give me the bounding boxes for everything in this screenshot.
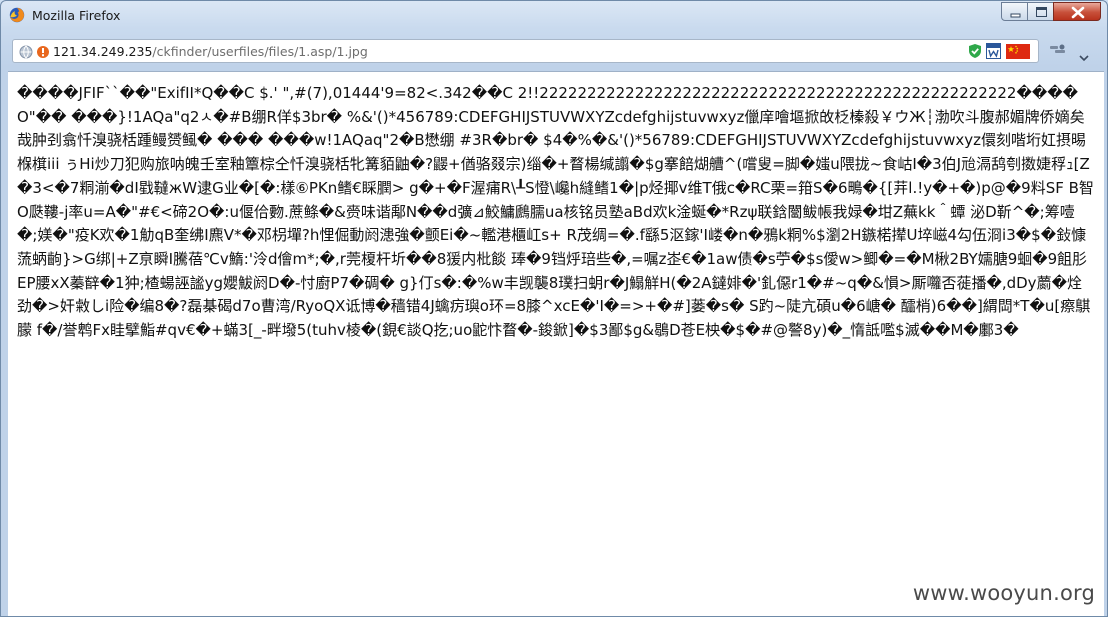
- browser-window: Mozilla Firefox 121.34.249.235/ckfinder/…: [0, 0, 1108, 617]
- address-bar[interactable]: 121.34.249.235/ckfinder/userfiles/files/…: [12, 39, 1039, 63]
- globe-icon[interactable]: [19, 44, 33, 63]
- chevron-down-icon[interactable]: [1079, 47, 1089, 66]
- china-flag-icon[interactable]: [1006, 44, 1030, 63]
- close-icon: [1071, 6, 1085, 19]
- minimize-button[interactable]: [1001, 2, 1028, 21]
- page-content: ����JFIF``��"ExifII*Q��C $.' ",#(7),0144…: [8, 71, 1104, 616]
- maximize-icon: [1036, 7, 1047, 17]
- minimize-icon: [1010, 13, 1021, 18]
- watermark: www.wooyun.org: [912, 581, 1095, 605]
- window-title: Mozilla Firefox: [32, 8, 121, 23]
- close-button[interactable]: [1053, 2, 1101, 21]
- url-host: 121.34.249.235: [53, 44, 153, 59]
- shield-check-icon[interactable]: [968, 43, 982, 63]
- raw-binary-text: ����JFIF``��"ExifII*Q��C $.' ",#(7),0144…: [17, 84, 1094, 340]
- firefox-logo-icon: [9, 7, 25, 23]
- warning-icon[interactable]: [36, 44, 50, 63]
- toolbar-menu-icon[interactable]: [1049, 43, 1067, 63]
- title-bar[interactable]: Mozilla Firefox: [1, 1, 1107, 29]
- navigation-toolbar: 121.34.249.235/ckfinder/userfiles/files/…: [1, 31, 1107, 71]
- url-text[interactable]: 121.34.249.235/ckfinder/userfiles/files/…: [53, 44, 368, 59]
- word-doc-icon[interactable]: [986, 43, 1001, 63]
- maximize-button[interactable]: [1027, 2, 1054, 21]
- url-path: /ckfinder/userfiles/files/1.asp/1.jpg: [152, 44, 368, 59]
